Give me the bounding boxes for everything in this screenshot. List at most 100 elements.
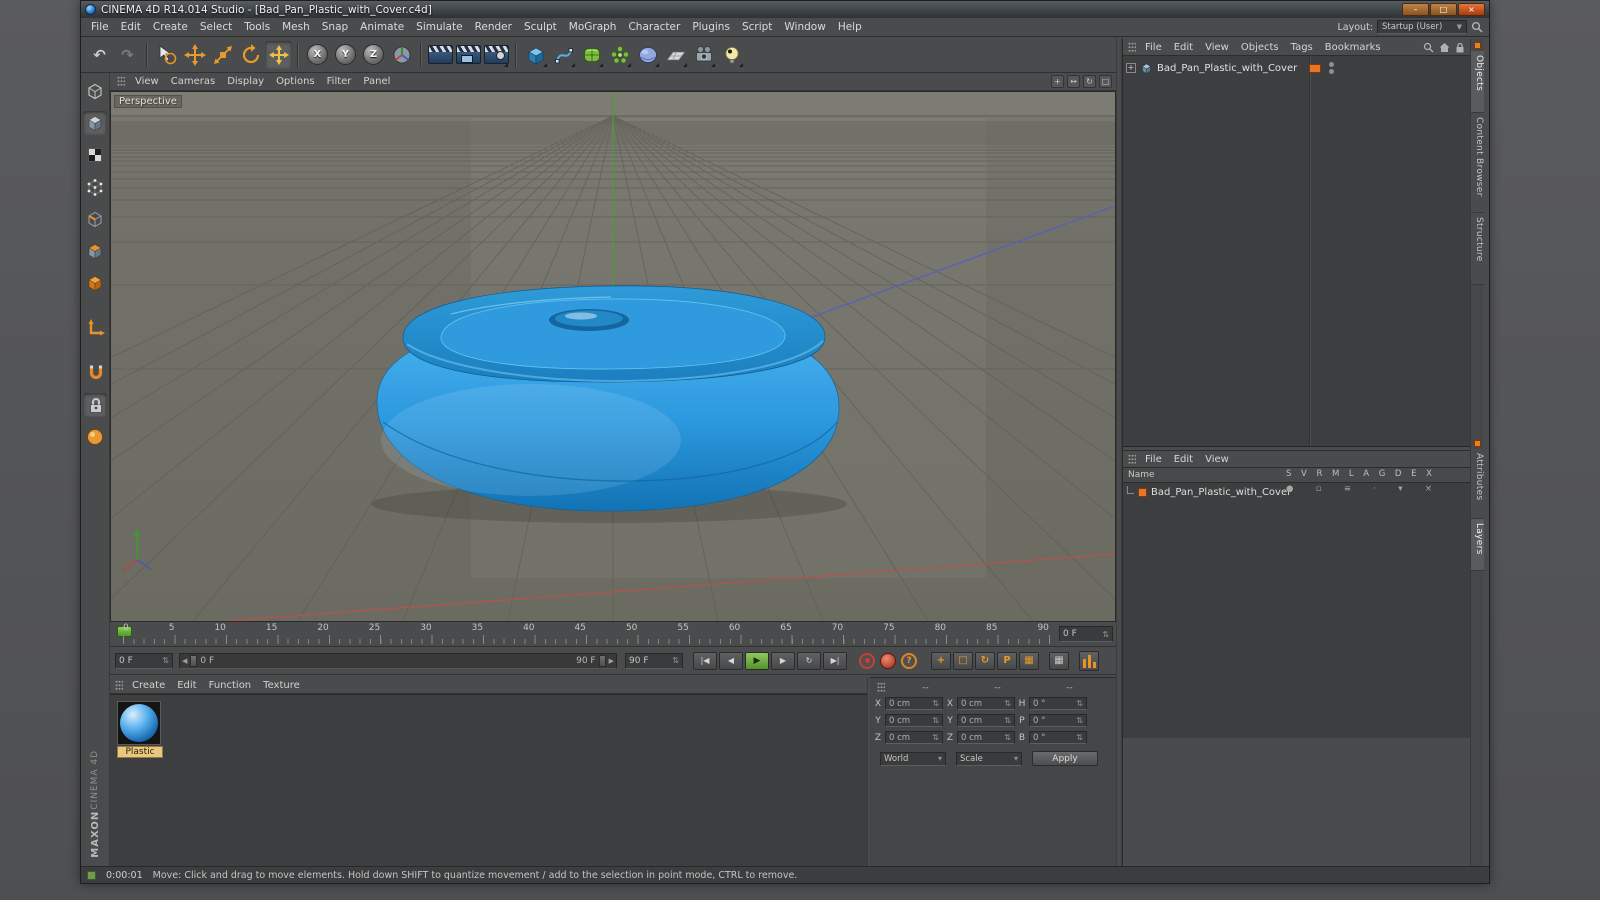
frame-range-slider[interactable]: ◀ 0 F 90 F ▶ [179, 652, 617, 669]
tab-attributes[interactable]: Attributes [1471, 449, 1484, 519]
material-name[interactable]: Plastic [117, 746, 163, 758]
texture-tag-icon[interactable] [1309, 63, 1322, 73]
spinner-icon[interactable]: ⇅ [932, 733, 939, 742]
size-field[interactable]: 0 cm ⇅ [957, 697, 1015, 710]
spinner-icon[interactable]: ⇅ [1102, 630, 1109, 639]
position-field[interactable]: 0 cm ⇅ [885, 697, 943, 710]
render-visibility-dot[interactable] [1329, 69, 1335, 74]
points-mode-button[interactable] [83, 175, 107, 199]
rotation-field[interactable]: 0 ° ⇅ [1029, 714, 1087, 727]
menu-item[interactable]: Tools [238, 19, 276, 35]
grip-icon[interactable] [115, 679, 123, 691]
current-frame-field[interactable]: 0 F ⇅ [115, 652, 173, 669]
range-right-handle[interactable] [598, 654, 606, 667]
menu-item[interactable]: Select [194, 19, 238, 35]
position-field[interactable]: 0 cm ⇅ [885, 714, 943, 727]
spinner-icon[interactable]: ⇅ [1004, 733, 1011, 742]
add-environment-button[interactable] [634, 41, 661, 69]
render-picture-viewer-button[interactable] [455, 41, 482, 69]
object-manager-menu-item[interactable]: View [1199, 41, 1235, 54]
grip-icon[interactable] [117, 76, 125, 87]
add-camera-button[interactable] [690, 41, 717, 69]
close-button[interactable]: × [1458, 3, 1485, 16]
layer-column-header[interactable]: R [1316, 469, 1322, 479]
texture-mode-button[interactable] [83, 143, 107, 167]
viewport-menu-item[interactable]: Panel [357, 75, 396, 88]
loop-button[interactable]: ↻ [797, 651, 821, 670]
tab-objects[interactable]: Objects [1471, 51, 1484, 113]
rotate-tool-button[interactable] [237, 41, 264, 69]
layer-color-swatch[interactable] [1138, 488, 1147, 497]
home-icon[interactable] [1439, 42, 1450, 53]
viewport-menu-item[interactable]: Display [221, 75, 270, 88]
layer-toggle-icon[interactable]: × [1425, 484, 1432, 494]
menu-item[interactable]: Character [622, 19, 686, 35]
previous-frame-button[interactable]: ◀ [719, 651, 743, 670]
layer-column-header[interactable]: A [1363, 469, 1369, 479]
keyframe-toggle-button[interactable]: ↻ [975, 651, 995, 670]
object-manager-menu-item[interactable]: File [1139, 41, 1168, 54]
viewport-corner-icon[interactable]: + [1051, 75, 1064, 88]
rotation-field[interactable]: 0 ° ⇅ [1029, 697, 1087, 710]
object-manager[interactable]: + Bad_Pan_Plastic_with_Cover [1123, 56, 1470, 447]
viewport-menu-item[interactable]: Cameras [165, 75, 221, 88]
frame-field[interactable]: 0 F ⇅ [1059, 626, 1113, 642]
goto-start-button[interactable]: |◀ [693, 651, 717, 670]
visibility-toggles[interactable] [1329, 62, 1335, 74]
viewport-menu-item[interactable]: View [129, 75, 165, 88]
keyframe-toggle-button[interactable]: + [931, 651, 951, 670]
last-tool-button[interactable] [265, 40, 292, 69]
layer-manager-menu-item[interactable]: File [1139, 453, 1168, 466]
spinner-icon[interactable]: ⇅ [1004, 699, 1011, 708]
menu-item[interactable]: Animate [354, 19, 410, 35]
timeline-ruler[interactable]: 0 5 10 15 20 25 30 35 40 45 50 55 60 65 70 75 80 85 90 0 F… [110, 622, 1116, 647]
menu-item[interactable]: Script [736, 19, 778, 35]
lock-icon[interactable] [1455, 42, 1465, 53]
material-thumbnail[interactable] [117, 701, 161, 745]
model-mode-button[interactable] [83, 111, 107, 135]
layer-manager-menu-item[interactable]: Edit [1168, 453, 1199, 466]
object-manager-menu-item[interactable]: Bookmarks [1319, 41, 1387, 54]
next-frame-button[interactable]: ▶ [771, 651, 795, 670]
expander-icon[interactable]: + [1126, 63, 1136, 73]
autokeying-button[interactable] [880, 652, 896, 669]
tab-layers[interactable]: Layers [1471, 519, 1484, 571]
undo-button[interactable]: ↶ [86, 41, 113, 69]
polygons-mode-button[interactable] [83, 239, 107, 263]
timeline-options-button[interactable] [1079, 650, 1099, 671]
keyframe-selection-button[interactable]: ▦ [1049, 651, 1069, 670]
add-spline-button[interactable] [550, 41, 577, 69]
material-menu-item[interactable]: Create [126, 679, 171, 692]
object-row[interactable]: + Bad_Pan_Plastic_with_Cover [1126, 61, 1335, 75]
scale-mode-select[interactable]: Scale ▾ [956, 751, 1022, 766]
viewport-corner-icon[interactable]: □ [1099, 75, 1112, 88]
end-frame-field[interactable]: 90 F ⇅ [625, 652, 683, 669]
rotation-field[interactable]: 0 ° ⇅ [1029, 731, 1087, 744]
material-item[interactable]: Plastic [117, 701, 163, 758]
grip-icon[interactable] [1128, 453, 1136, 465]
viewport-corner-icon[interactable]: ↔ [1067, 75, 1080, 88]
lock-z-axis-button[interactable]: Z [360, 41, 387, 69]
menu-item[interactable]: MoGraph [563, 19, 623, 35]
menu-item[interactable]: Plugins [686, 19, 736, 35]
menu-item[interactable]: Snap [316, 19, 354, 35]
size-field[interactable]: 0 cm ⇅ [957, 714, 1015, 727]
layer-column-header[interactable]: S [1286, 469, 1291, 479]
redo-button[interactable]: ↷ [114, 41, 141, 69]
spinner-icon[interactable]: ⇅ [1076, 716, 1083, 725]
minimize-button[interactable]: – [1402, 3, 1429, 16]
menu-item[interactable]: File [85, 19, 115, 35]
spinner-icon[interactable]: ⇅ [932, 716, 939, 725]
layer-column-header[interactable]: G [1379, 469, 1386, 479]
tab-content-browser[interactable]: Content Browser [1471, 113, 1484, 213]
range-right-arrow-icon[interactable]: ▶ [609, 657, 614, 665]
material-menu-item[interactable]: Texture [257, 679, 306, 692]
grip-icon[interactable] [877, 682, 885, 693]
viewport-solo-button[interactable] [83, 425, 107, 449]
lock-x-axis-button[interactable]: X [304, 41, 331, 69]
layer-manager-menu-item[interactable]: View [1199, 453, 1235, 466]
layer-toggle-icon[interactable]: ≡ [1344, 484, 1351, 494]
render-settings-button[interactable] [483, 41, 510, 69]
move-tool-button[interactable] [181, 41, 208, 69]
layer-name[interactable]: Bad_Pan_Plastic_with_Cover [1151, 487, 1291, 498]
